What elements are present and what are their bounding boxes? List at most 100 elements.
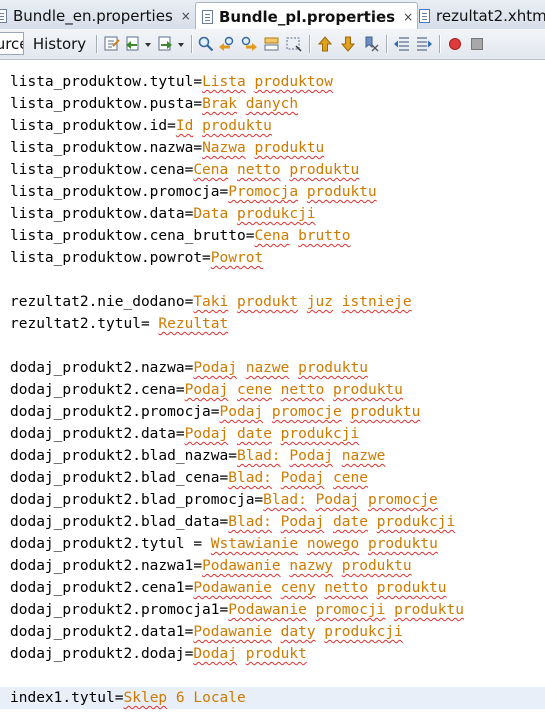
properties-editor[interactable]: lista_produktow.tytul=Lista produktow lis… — [0, 60, 545, 715]
value-word: ceny — [280, 580, 316, 596]
next-bookmark-icon[interactable] — [339, 35, 357, 53]
previous-bookmark-icon[interactable] — [316, 35, 334, 53]
find-icon[interactable] — [197, 35, 215, 53]
property-line[interactable]: dodaj_produkt2.promocja=Podaj promocje p… — [10, 401, 420, 423]
shift-line-right-icon[interactable] — [415, 35, 433, 53]
value-word: Wstawianie — [210, 536, 299, 552]
value-word: produktu — [333, 382, 403, 398]
value-word: Cena — [254, 228, 290, 244]
property-line[interactable]: lista_produktow.nazwa=Nazwa produktu — [10, 137, 324, 159]
property-line[interactable]: lista_produktow.cena_brutto=Cena brutto — [10, 225, 350, 247]
value-word: Podaj — [193, 360, 237, 376]
property-key: dodaj_produkt2.cena= — [10, 382, 185, 398]
value-word: Taki — [193, 294, 229, 310]
toolbar-separator — [96, 35, 97, 53]
value-word: nazwy — [289, 558, 334, 574]
value-word: danych — [245, 96, 299, 112]
tab-rezultat2[interactable]: rezultat2.xhtml — [419, 2, 545, 29]
property-line[interactable]: lista_produktow.tytul=Lista produktow — [10, 71, 333, 93]
editor-tab-bar: Bundle_en.properties × Bundle_pl.propert… — [0, 0, 545, 30]
value-word: produktu — [254, 140, 325, 156]
property-line[interactable]: rezultat2.nie_dodano=Taki produkt juz is… — [10, 291, 412, 313]
forward-icon[interactable] — [156, 35, 174, 53]
back-dropdown-icon[interactable] — [143, 35, 153, 53]
value-word: produkt — [236, 294, 299, 310]
back-icon[interactable] — [124, 35, 142, 53]
property-line[interactable]: dodaj_produkt2.cena1=Podawanie ceny nett… — [10, 577, 447, 599]
value-word: nowego — [306, 536, 360, 552]
property-line[interactable]: rezultat2.tytul= Rezultat — [10, 313, 228, 335]
property-line[interactable]: dodaj_produkt2.promocja1=Podawanie promo… — [10, 599, 464, 621]
property-value: Powrot — [211, 250, 263, 266]
value-word: Podawanie — [228, 602, 307, 618]
property-line[interactable]: lista_produktow.id=Id produktu — [10, 115, 272, 137]
property-value: Wstawianie nowego produktu — [211, 536, 438, 552]
value-word: Id — [175, 118, 194, 134]
property-value: Podaj date produkcji — [185, 426, 360, 442]
value-word: Sklep — [123, 690, 168, 706]
property-line[interactable]: lista_produktow.cena=Cena netto produktu — [10, 159, 359, 181]
property-key: lista_produktow.tytul= — [10, 74, 203, 90]
property-value: Sklep 6 Locale — [124, 690, 246, 706]
start-macro-recording-icon[interactable] — [446, 35, 464, 53]
property-line[interactable]: dodaj_produkt2.data=Podaj date produkcji — [10, 423, 359, 445]
property-line[interactable]: lista_produktow.data=Data produkcji — [10, 203, 316, 225]
value-word: Blad: — [236, 448, 281, 464]
property-line[interactable]: dodaj_produkt2.blad_cena=Blad: Podaj cen… — [10, 467, 368, 489]
value-word: istnieje — [341, 294, 412, 310]
find-next-icon[interactable] — [240, 35, 258, 53]
find-previous-icon[interactable] — [218, 35, 236, 53]
property-line[interactable]: dodaj_produkt2.blad_promocja=Blad: Podaj… — [10, 489, 438, 511]
property-line[interactable]: lista_produktow.pusta=Brak danych — [10, 93, 298, 115]
tab-bundle-en[interactable]: Bundle_en.properties × — [0, 2, 191, 29]
xhtml-file-icon — [419, 8, 430, 23]
property-line[interactable]: dodaj_produkt2.blad_data=Blad: Podaj dat… — [10, 511, 455, 533]
toolbar-separator — [309, 35, 310, 53]
toggle-bookmark-icon[interactable] — [362, 35, 380, 53]
value-word: produktu — [350, 404, 421, 420]
property-line[interactable]: lista_produktow.powrot=Powrot — [10, 247, 263, 269]
property-key: lista_produktow.cena_brutto= — [10, 228, 255, 244]
value-word: juz — [306, 294, 334, 310]
last-edit-icon[interactable] — [103, 35, 121, 53]
value-word: produktow — [254, 74, 334, 90]
value-word: produktu — [394, 602, 464, 618]
property-key: lista_produktow.promocja= — [10, 184, 229, 200]
property-line[interactable]: dodaj_produkt2.nazwa1=Podawanie nazwy pr… — [10, 555, 412, 577]
rectangular-selection-icon[interactable] — [285, 35, 303, 53]
property-line[interactable]: index1.tytul=Sklep 6 Locale — [0, 687, 545, 709]
tab-close-icon[interactable]: × — [403, 10, 413, 24]
tab-close-icon[interactable]: × — [181, 9, 191, 23]
value-word: Podaj — [219, 404, 264, 420]
property-key: dodaj_produkt2.blad_data= — [10, 514, 229, 530]
tab-bundle-pl[interactable]: Bundle_pl.properties × — [195, 2, 419, 30]
property-line[interactable]: dodaj_produkt2.cena=Podaj cene netto pro… — [10, 379, 403, 401]
toggle-highlight-icon[interactable] — [263, 35, 281, 53]
stop-macro-recording-icon[interactable] — [468, 35, 486, 53]
property-line[interactable]: dodaj_produkt2.tytul = Wstawianie nowego… — [10, 533, 438, 555]
history-view-button[interactable]: History — [27, 32, 92, 55]
value-word: cene — [237, 382, 272, 398]
property-value: Podawanie nazwy produktu — [202, 558, 412, 574]
property-key: lista_produktow.cena= — [10, 162, 194, 178]
value-word: produkcji — [324, 624, 403, 640]
property-line[interactable]: dodaj_produkt2.data1=Podawanie daty prod… — [10, 621, 403, 643]
value-word: Podaj — [184, 382, 229, 398]
property-line[interactable]: dodaj_produkt2.dodaj=Dodaj produkt — [10, 643, 307, 665]
value-word: nazwe — [245, 360, 290, 376]
value-word: produktu — [341, 558, 412, 574]
tab-label: rezultat2.xhtml — [436, 6, 545, 25]
forward-dropdown-icon[interactable] — [176, 35, 186, 53]
source-view-button[interactable]: Source — [0, 32, 24, 55]
property-line[interactable]: dodaj_produkt2.nazwa=Podaj nazwe produkt… — [10, 357, 368, 379]
property-value: Id produktu — [176, 118, 272, 134]
value-word: Podaj — [315, 492, 360, 508]
shift-line-left-icon[interactable] — [393, 35, 411, 53]
value-word: produkt — [245, 646, 307, 662]
property-value: Podaj cene netto produktu — [185, 382, 403, 398]
property-key: dodaj_produkt2.nazwa= — [10, 360, 194, 376]
property-value: Dodaj produkt — [193, 646, 307, 662]
property-line[interactable]: dodaj_produkt2.blad_nazwa=Blad: Podaj na… — [10, 445, 385, 467]
property-value: Rezultat — [158, 316, 228, 332]
property-line[interactable]: lista_produktow.promocja=Promocja produk… — [10, 181, 377, 203]
